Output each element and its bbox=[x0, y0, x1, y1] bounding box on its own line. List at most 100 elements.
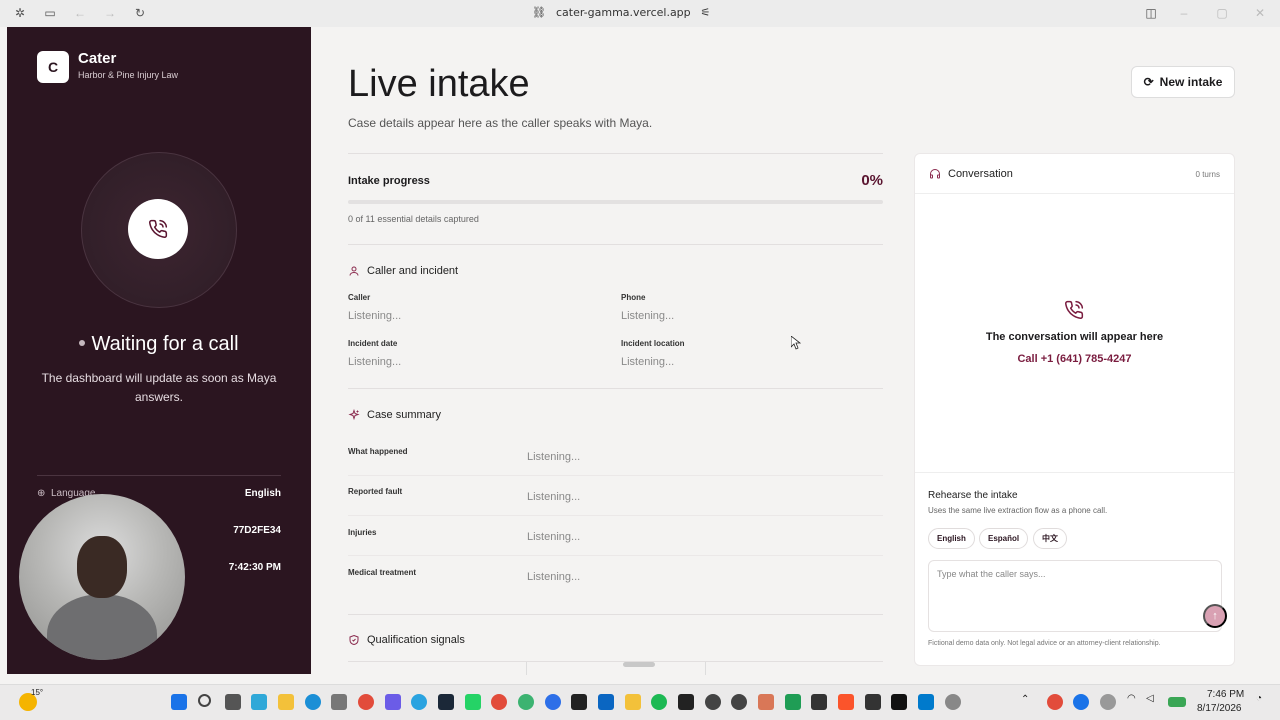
steam-icon[interactable] bbox=[438, 694, 454, 710]
notes-app-icon[interactable] bbox=[811, 694, 827, 710]
notion-icon[interactable] bbox=[571, 694, 587, 710]
call-status-title: Waiting for a call bbox=[7, 333, 311, 356]
excel-icon[interactable] bbox=[785, 694, 801, 710]
language-chip-chinese[interactable]: 中文 bbox=[1033, 528, 1067, 549]
started-time-value: 7:42:30 PM bbox=[228, 562, 281, 573]
new-intake-button[interactable]: ⟳ New intake bbox=[1131, 66, 1235, 98]
vscode-icon[interactable] bbox=[918, 694, 934, 710]
whatsapp-icon[interactable] bbox=[465, 694, 481, 710]
webcam-person-head bbox=[77, 536, 127, 598]
telegram-icon[interactable] bbox=[411, 694, 427, 710]
horizontal-scrollbar[interactable] bbox=[623, 662, 655, 667]
taskbar: 15° ⌃ ◠ ◁ 7:46 PM 8/17/2026 ◔ bbox=[0, 684, 1280, 720]
caller-text-input[interactable] bbox=[937, 569, 1187, 589]
chrome-profile-icon[interactable] bbox=[491, 694, 507, 710]
close-window-icon[interactable]: ✕ bbox=[1253, 6, 1267, 20]
copilot-icon[interactable] bbox=[251, 694, 267, 710]
folder-icon[interactable] bbox=[625, 694, 641, 710]
row-divider bbox=[348, 515, 883, 516]
language-value: English bbox=[244, 488, 281, 499]
rehearse-input-box: ↑ bbox=[928, 560, 1227, 632]
sidebar-toggle-icon[interactable]: ▭ bbox=[43, 6, 57, 20]
linkedin-icon[interactable] bbox=[598, 694, 614, 710]
phone-orb-button bbox=[128, 199, 188, 259]
edge-icon[interactable] bbox=[305, 694, 321, 710]
chrome-icon[interactable] bbox=[358, 694, 374, 710]
split-view-icon[interactable]: ◫ bbox=[1144, 6, 1158, 20]
reload-icon[interactable]: ↻ bbox=[133, 6, 147, 20]
openai-icon[interactable] bbox=[731, 694, 747, 710]
store-icon[interactable] bbox=[331, 694, 347, 710]
chevron-up-icon[interactable]: ⌃ bbox=[1021, 694, 1029, 705]
minimize-icon[interactable]: – bbox=[1177, 6, 1191, 20]
language-chip-english[interactable]: English bbox=[928, 528, 975, 549]
back-icon[interactable]: ← bbox=[73, 6, 87, 20]
wifi-icon[interactable]: ◠ bbox=[1127, 693, 1136, 704]
session-id-value: 77D2FE34 bbox=[233, 525, 281, 536]
send-button[interactable]: ↑ bbox=[1203, 604, 1227, 628]
brave-icon[interactable] bbox=[838, 694, 854, 710]
progress-bar bbox=[348, 200, 883, 204]
language-chip-spanish[interactable]: Español bbox=[979, 528, 1029, 549]
loader-app-icon[interactable] bbox=[518, 694, 534, 710]
address-bar[interactable]: ⛓ cater-gamma.vercel.app ⚟ bbox=[532, 6, 711, 19]
qualification-grid bbox=[348, 661, 883, 675]
tray-app-icon[interactable] bbox=[1047, 694, 1063, 710]
empty-state-title: The conversation will appear here bbox=[985, 331, 1164, 343]
grid-separator bbox=[705, 662, 706, 675]
globe-icon: ⊕ bbox=[37, 488, 46, 499]
firm-name: Harbor & Pine Injury Law bbox=[78, 70, 179, 80]
chatgpt-icon[interactable] bbox=[705, 694, 721, 710]
conversation-title: Conversation bbox=[929, 168, 1013, 180]
terminal-icon[interactable] bbox=[678, 694, 694, 710]
main-content: Live intake Case details appear here as … bbox=[311, 27, 1273, 675]
claude-icon[interactable] bbox=[758, 694, 774, 710]
clock-time[interactable]: 7:46 PM bbox=[1207, 689, 1244, 700]
tray-security-icon[interactable] bbox=[1073, 694, 1089, 710]
appletv-icon[interactable] bbox=[865, 694, 881, 710]
incident-date-value: Listening... bbox=[348, 356, 402, 368]
forward-icon[interactable]: → bbox=[103, 6, 117, 20]
rehearse-title: Rehearse the intake bbox=[928, 490, 1018, 501]
call-number-link[interactable]: Call +1 (641) 785-4247 bbox=[915, 353, 1234, 365]
cursor-app-icon[interactable] bbox=[891, 694, 907, 710]
qualification-section-title: Qualification signals bbox=[348, 634, 465, 646]
notification-bell-icon[interactable]: ◔ bbox=[1256, 693, 1262, 704]
battery-icon[interactable] bbox=[1168, 697, 1186, 707]
user-icon bbox=[349, 266, 359, 276]
zoom-icon[interactable] bbox=[545, 694, 561, 710]
volume-icon[interactable]: ◁ bbox=[1146, 693, 1154, 704]
incident-date-label: Incident date bbox=[348, 339, 398, 348]
phone-call-icon bbox=[1065, 300, 1084, 319]
language-row: ⊕ Language English bbox=[37, 488, 281, 499]
app-menu-icon[interactable]: ✲ bbox=[13, 6, 27, 20]
settings-app-icon[interactable] bbox=[945, 694, 961, 710]
sidebar: C Cater Harbor & Pine Injury Law Waiting… bbox=[7, 27, 311, 674]
weather-temp: 15° bbox=[31, 688, 44, 697]
headphones-icon bbox=[930, 169, 940, 179]
brand-logo: C bbox=[37, 51, 69, 83]
injuries-label: Injuries bbox=[348, 528, 377, 537]
incident-location-value: Listening... bbox=[621, 356, 675, 368]
conversation-panel: Conversation 0 turns The conversation wi… bbox=[914, 153, 1235, 666]
browser-app-icon[interactable] bbox=[385, 694, 401, 710]
maximize-icon[interactable]: ▢ bbox=[1215, 6, 1229, 20]
shield-check-icon bbox=[349, 634, 359, 646]
progress-title: Intake progress bbox=[348, 175, 430, 187]
page-title: Live intake bbox=[348, 63, 530, 105]
file-explorer-icon[interactable] bbox=[278, 694, 294, 710]
sparkle-icon bbox=[348, 409, 360, 421]
brand-name: Cater bbox=[78, 50, 117, 67]
summary-section-title: Case summary bbox=[348, 409, 441, 421]
cloud-icon[interactable] bbox=[1100, 694, 1116, 710]
reported-fault-value: Listening... bbox=[527, 491, 581, 503]
site-settings-icon[interactable]: ⚟ bbox=[701, 6, 711, 19]
search-icon[interactable] bbox=[198, 694, 211, 707]
task-view-icon[interactable] bbox=[225, 694, 241, 710]
divider bbox=[348, 388, 883, 389]
clock-date[interactable]: 8/17/2026 bbox=[1197, 703, 1242, 714]
spotify-icon[interactable] bbox=[651, 694, 667, 710]
medical-treatment-value: Listening... bbox=[527, 571, 581, 583]
windows-start-icon[interactable] bbox=[171, 694, 187, 710]
rehearse-section: Rehearse the intake Uses the same live e… bbox=[915, 472, 1234, 667]
